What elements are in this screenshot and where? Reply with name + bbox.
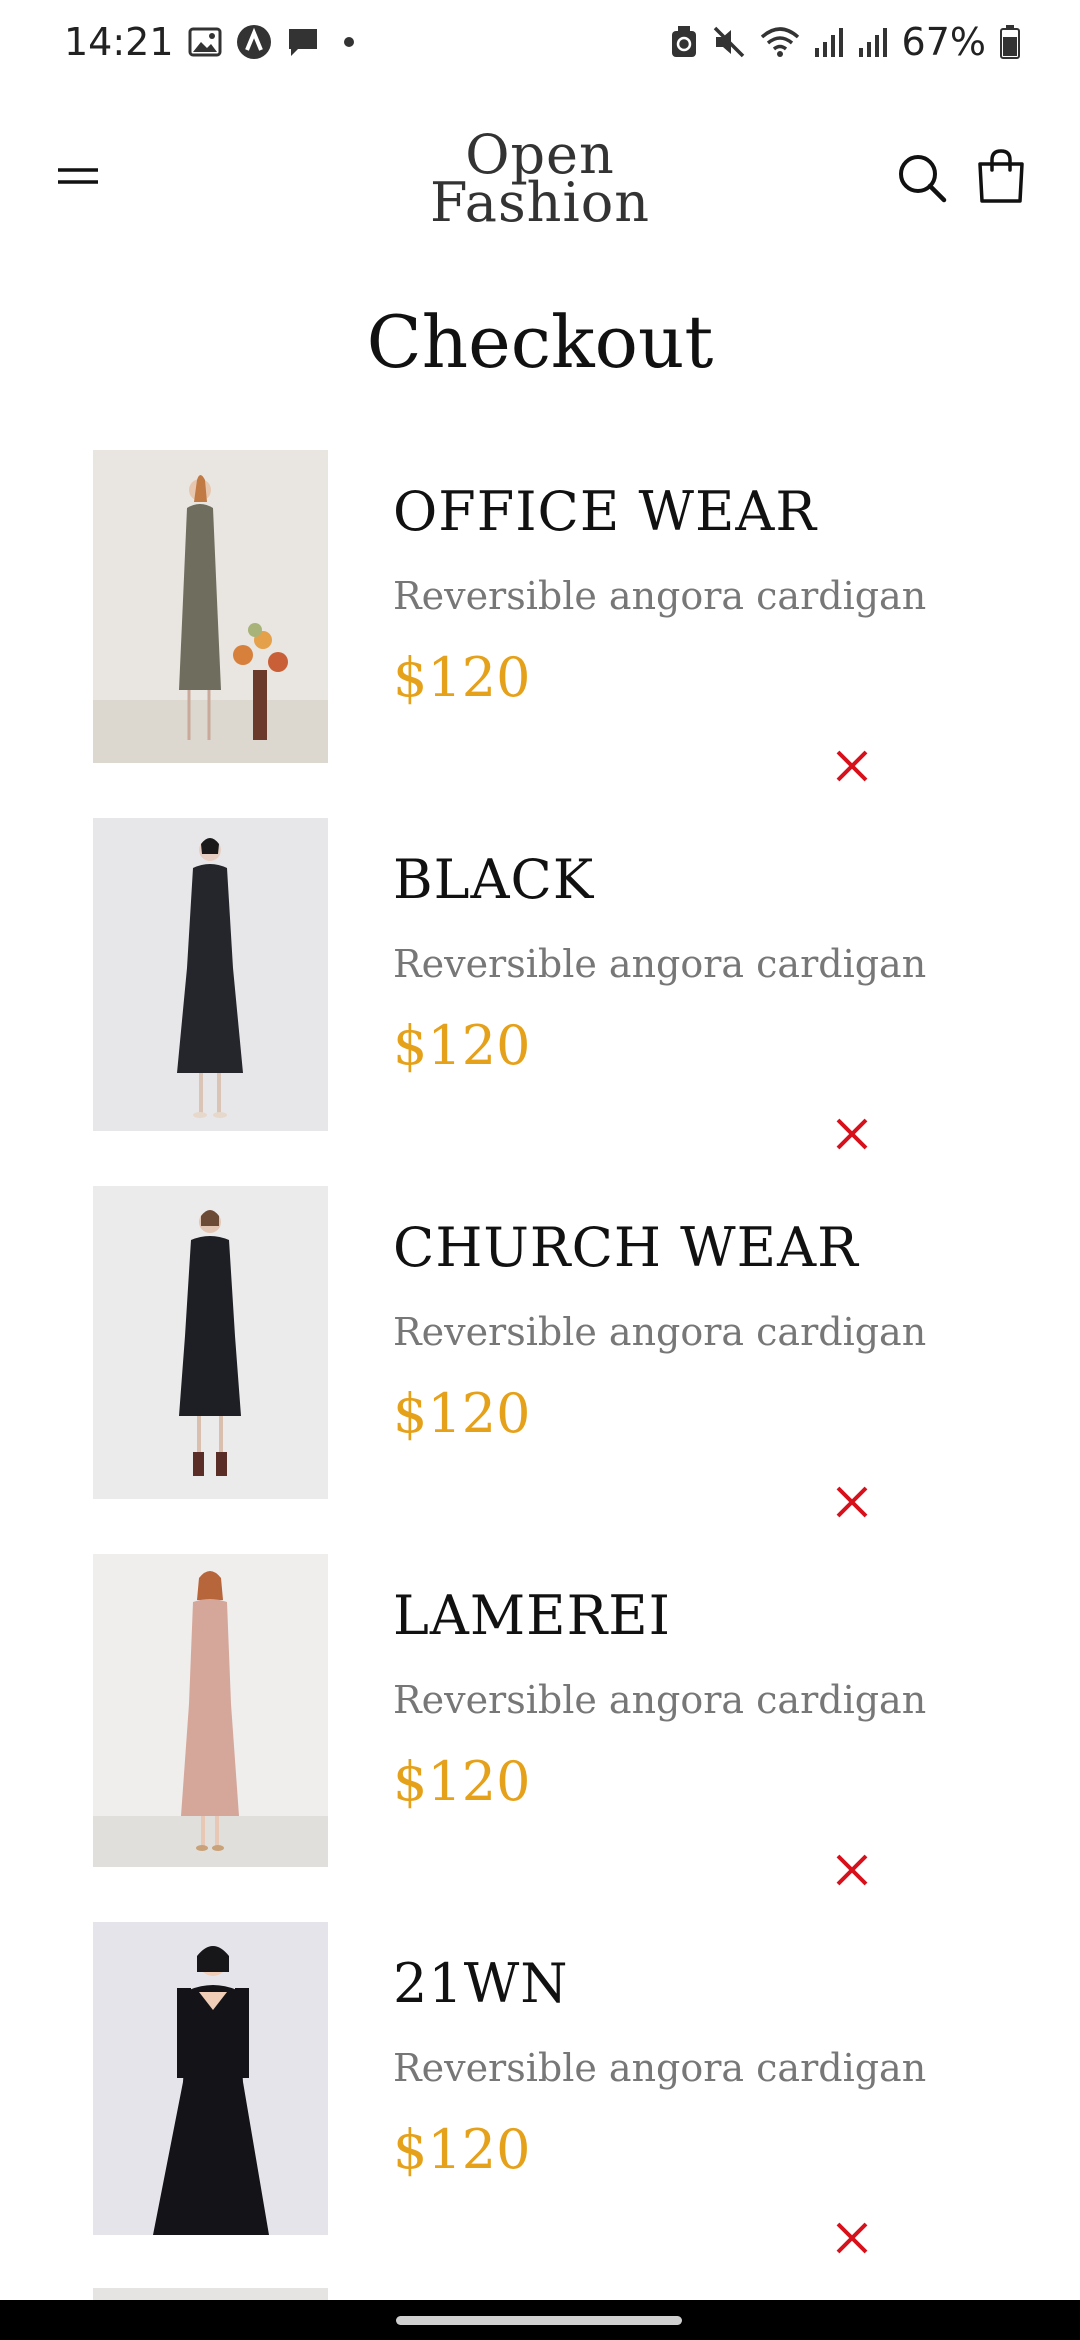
remove-item-button[interactable] <box>832 1482 872 1522</box>
cart-item: LAMEREI Reversible angora cardigan $120 <box>0 1554 1080 1894</box>
status-bar-left: 14:21 <box>64 20 354 64</box>
remove-item-button[interactable] <box>832 746 872 786</box>
product-price: $120 <box>393 1014 531 1077</box>
product-title: OFFICE WEAR <box>393 480 818 543</box>
cart-button[interactable] <box>976 148 1026 204</box>
product-description: Reversible angora cardigan <box>393 1310 927 1354</box>
page-title: Checkout <box>366 300 714 384</box>
product-price: $120 <box>393 2118 531 2181</box>
close-icon <box>836 1854 868 1886</box>
product-image[interactable] <box>93 450 328 763</box>
product-image[interactable] <box>93 818 328 1131</box>
product-price: $120 <box>393 1750 531 1813</box>
battery-percent: 67% <box>901 20 986 64</box>
product-price: $120 <box>393 1382 531 1445</box>
sync-icon <box>670 25 698 59</box>
remove-item-button[interactable] <box>832 2218 872 2258</box>
status-bar: 14:21 67% <box>0 0 1080 84</box>
search-button[interactable] <box>896 152 948 204</box>
product-image[interactable] <box>93 1554 328 1867</box>
close-icon <box>836 750 868 782</box>
close-icon <box>836 1118 868 1150</box>
product-image-partial <box>93 2288 328 2300</box>
image-icon <box>188 27 222 57</box>
product-description: Reversible angora cardigan <box>393 942 927 986</box>
mute-icon <box>712 25 746 59</box>
search-icon <box>899 155 947 203</box>
message-icon <box>286 26 320 58</box>
product-image[interactable] <box>93 1922 328 2235</box>
cart-item: BLACK Reversible angora cardigan $120 <box>0 818 1080 1158</box>
dot-icon <box>343 37 354 47</box>
product-image[interactable] <box>93 1186 328 1499</box>
status-bar-right: 67% <box>670 20 1020 64</box>
signal-icon <box>858 26 888 58</box>
system-navigation-bar <box>0 2300 1080 2340</box>
app-header: Open Fashion <box>0 110 1080 240</box>
product-description: Reversible angora cardigan <box>393 1678 927 1722</box>
remove-item-button[interactable] <box>832 1114 872 1154</box>
cart-item: CHURCH WEAR Reversible angora cardigan $… <box>0 1186 1080 1526</box>
wifi-icon <box>760 25 800 59</box>
close-icon <box>836 2222 868 2254</box>
clock: 14:21 <box>64 20 174 64</box>
close-icon <box>836 1486 868 1518</box>
battery-icon <box>1000 25 1020 59</box>
product-title: CHURCH WEAR <box>393 1216 859 1279</box>
product-price: $120 <box>393 646 531 709</box>
product-title: BLACK <box>393 848 595 911</box>
app-icon <box>236 24 272 60</box>
product-description: Reversible angora cardigan <box>393 2046 927 2090</box>
cart-item: 21WN Reversible angora cardigan $120 <box>0 1922 1080 2262</box>
home-gesture-handle[interactable] <box>396 2316 682 2325</box>
cart-item: OFFICE WEAR Reversible angora cardigan $… <box>0 450 1080 790</box>
shopping-bag-icon <box>978 149 1024 203</box>
product-title: 21WN <box>393 1952 569 2015</box>
signal-icon <box>814 26 844 58</box>
product-description: Reversible angora cardigan <box>393 574 927 618</box>
remove-item-button[interactable] <box>832 1850 872 1890</box>
product-title: LAMEREI <box>393 1584 671 1647</box>
